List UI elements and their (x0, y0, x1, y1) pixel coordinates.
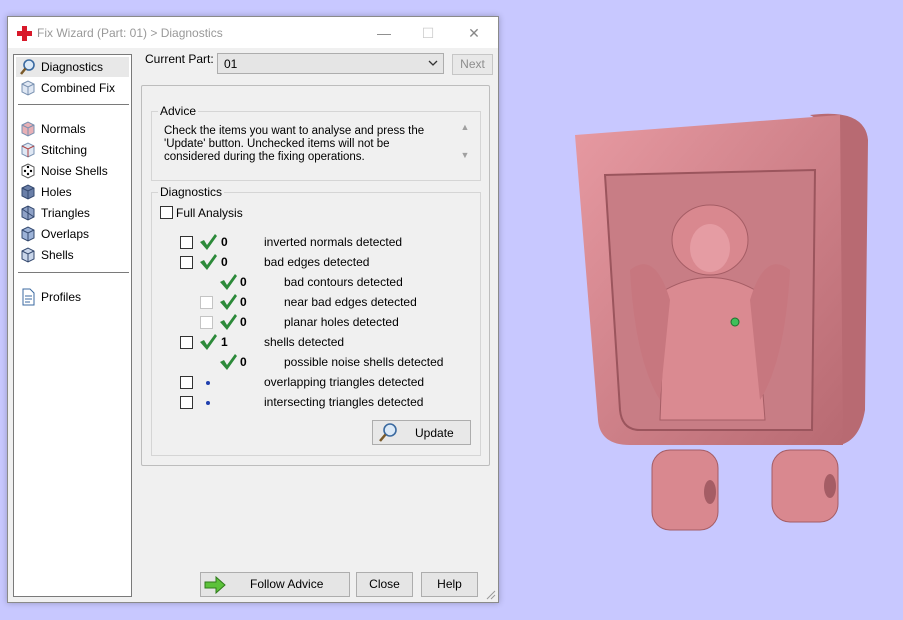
diagnostic-count: 1 (221, 335, 228, 349)
update-label: Update (415, 425, 454, 440)
sidebar-item-stitching[interactable]: Stitching (16, 140, 129, 160)
document-icon (22, 288, 35, 306)
title-bar[interactable]: Fix Wizard (Part: 01) > Diagnostics — ☐ … (8, 17, 498, 48)
diagnostic-label: inverted normals detected (264, 235, 403, 249)
scroll-up-icon[interactable]: ▲ (458, 122, 472, 132)
diagnostic-label: possible noise shells detected (284, 355, 444, 369)
diagnostics-legend: Diagnostics (158, 185, 225, 199)
sidebar-item-combined-fix[interactable]: Combined Fix (16, 78, 129, 98)
sidebar-item-shells[interactable]: Shells (16, 245, 129, 265)
diagnostic-label: bad contours detected (284, 275, 403, 289)
sidebar-item-label: Noise Shells (41, 164, 108, 178)
close-button[interactable]: Close (356, 572, 413, 597)
check-icon (200, 254, 217, 270)
sidebar-item-triangles[interactable]: Triangles (16, 203, 129, 223)
sidebar-item-diagnostics[interactable]: Diagnostics (16, 57, 129, 77)
sidebar-item-label: Triangles (41, 206, 90, 220)
overlaps-cube-icon (21, 226, 35, 242)
sidebar-item-label: Normals (41, 122, 86, 136)
triangles-cube-icon (21, 205, 35, 221)
advice-legend: Advice (158, 104, 199, 118)
sidebar-item-label: Holes (41, 185, 72, 199)
diagnostic-checkbox[interactable] (200, 316, 213, 329)
advice-text: Check the items you want to analyse and … (164, 125, 425, 163)
magnifier-icon (379, 422, 397, 442)
sidebar-item-holes[interactable]: Holes (16, 182, 129, 202)
scroll-down-icon[interactable]: ▼ (458, 150, 472, 160)
check-icon (220, 354, 237, 370)
pending-dot-icon (206, 401, 210, 405)
holes-cube-icon (21, 184, 35, 200)
follow-advice-button[interactable]: Follow Advice (200, 572, 350, 597)
sidebar-divider (18, 272, 129, 273)
fix-wizard-window: Fix Wizard (Part: 01) > Diagnostics — ☐ … (7, 16, 499, 603)
sidebar-item-label: Diagnostics (41, 60, 104, 74)
sidebar-item-noise-shells[interactable]: Noise Shells (16, 161, 129, 181)
diagnostic-checkbox[interactable] (180, 376, 193, 389)
sidebar-item-label: Overlaps (41, 227, 90, 241)
pending-dot-icon (206, 381, 210, 385)
check-icon (220, 294, 237, 310)
minimize-button[interactable]: — (362, 19, 406, 47)
diagnostic-count: 0 (240, 275, 247, 289)
diagnostic-count: 0 (240, 315, 247, 329)
pendant-model (575, 113, 868, 531)
sidebar-item-overlaps[interactable]: Overlaps (16, 224, 129, 244)
cube-icon (21, 80, 35, 96)
diagnostic-label: near bad edges detected (284, 295, 417, 309)
diagnostic-label: planar holes detected (284, 315, 399, 329)
follow-advice-label: Follow Advice (250, 577, 324, 591)
diagnostic-checkbox[interactable] (180, 236, 193, 249)
update-button[interactable]: Update (372, 420, 471, 445)
advice-scrollbar[interactable]: ▲ ▼ (458, 122, 472, 168)
chevron-down-icon (428, 60, 438, 66)
sidebar-item-profiles[interactable]: Profiles (16, 287, 129, 307)
resize-grip-icon[interactable] (486, 590, 496, 600)
check-icon (220, 274, 237, 290)
diagnostic-count: 0 (240, 295, 247, 309)
diagnostic-checkbox[interactable] (180, 396, 193, 409)
wizard-sidebar: Diagnostics Combined Fix Normals Stitchi… (13, 54, 132, 597)
diagnostic-label: intersecting triangles detected (264, 395, 424, 409)
stitching-cube-icon (21, 142, 35, 158)
advice-group: Advice Check the items you want to analy… (151, 104, 481, 181)
arrow-right-icon (204, 575, 226, 594)
dice-icon (21, 163, 35, 179)
sidebar-item-label: Shells (41, 248, 74, 262)
diagnostic-checkbox[interactable] (180, 256, 193, 269)
normals-cube-icon (21, 121, 35, 137)
red-cross-icon (17, 26, 32, 41)
shells-cube-icon (21, 247, 35, 263)
next-button[interactable]: Next (452, 54, 493, 75)
model-viewport[interactable] (560, 100, 900, 540)
diagnostic-count: 0 (221, 255, 228, 269)
check-icon (200, 334, 217, 350)
sidebar-divider (18, 104, 129, 105)
check-icon (220, 314, 237, 330)
diagnostic-label: bad edges detected (264, 255, 370, 269)
diagnostic-count: 0 (221, 235, 228, 249)
diagnostic-label: overlapping triangles detected (264, 375, 425, 389)
current-part-value: 01 (224, 57, 238, 71)
current-part-label: Current Part: (145, 52, 214, 66)
help-button[interactable]: Help (421, 572, 478, 597)
sidebar-item-label: Combined Fix (41, 81, 116, 95)
sidebar-item-normals[interactable]: Normals (16, 119, 129, 139)
close-window-button[interactable]: ✕ (452, 19, 496, 47)
diagnostic-checkbox[interactable] (200, 296, 213, 309)
sidebar-item-label: Stitching (41, 143, 88, 157)
maximize-button[interactable]: ☐ (406, 19, 450, 47)
window-title: Fix Wizard (Part: 01) > Diagnostics (37, 26, 223, 40)
check-icon (200, 234, 217, 250)
diagnostic-checkbox[interactable] (180, 336, 193, 349)
current-part-select[interactable]: 01 (217, 53, 444, 74)
magnifier-icon (20, 59, 35, 75)
full-analysis-checkbox[interactable] (160, 206, 173, 219)
diagnostic-label: shells detected (264, 335, 345, 349)
diagnostic-count: 0 (240, 355, 247, 369)
sidebar-item-label: Profiles (41, 290, 82, 304)
full-analysis-label: Full Analysis (176, 206, 243, 220)
